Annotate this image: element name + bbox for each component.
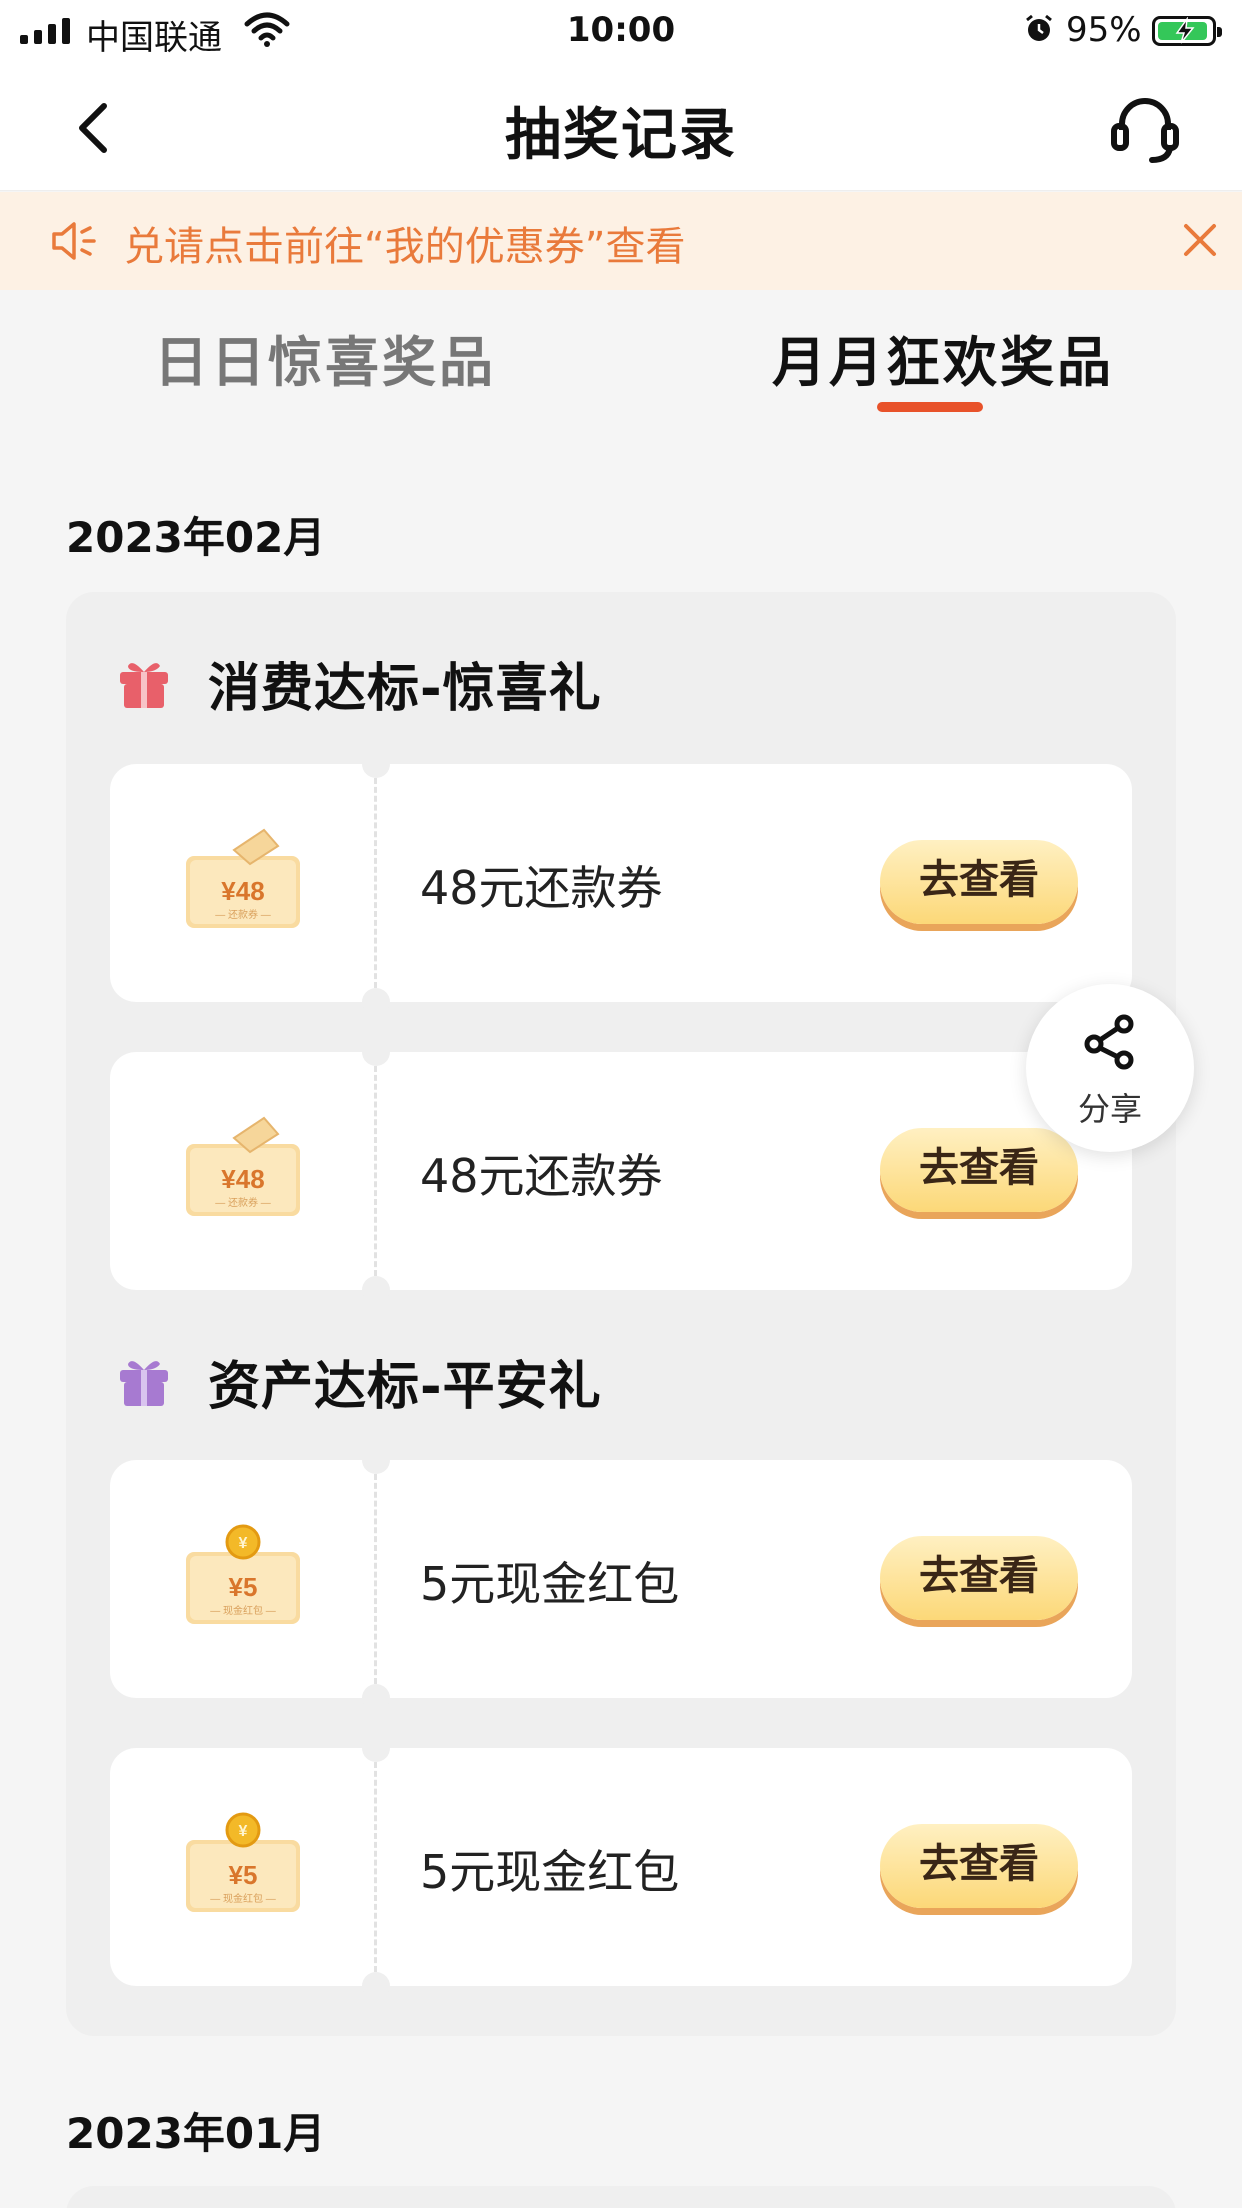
battery-percentage: 95% [1066, 10, 1142, 50]
notice-banner: 兑请点击前往“我的优惠券”查看 [0, 192, 1242, 290]
page-title: 抽奖记录 [505, 103, 737, 168]
prize-name: 48元还款券 [420, 1149, 663, 1203]
group-header: 资产达标-平安礼 [116, 1344, 602, 1419]
prize-item: ¥ ¥5 — 现金红包 — 5元现金红包 去查看 [110, 1446, 1132, 1712]
battery-icon [1152, 16, 1222, 46]
group-title: 资产达标-平安礼 [208, 1357, 602, 1417]
gift-icon [120, 662, 168, 708]
prize-name: 5元现金红包 [420, 1845, 680, 1899]
month-card [66, 2186, 1176, 2208]
month-heading: 2023年02月 [66, 513, 326, 562]
view-button[interactable]: 去查看 [880, 840, 1078, 924]
prize-name: 48元还款券 [420, 861, 663, 915]
share-button[interactable]: 分享 [1026, 984, 1194, 1152]
gift-icon [120, 1360, 168, 1406]
coupon-subtitle: — 还款券 — [215, 908, 271, 921]
view-button[interactable]: 去查看 [880, 1824, 1078, 1908]
navigation-bar: 抽奖记录 [0, 62, 1242, 191]
tab-monthly-prizes[interactable]: 月月狂欢奖品 [772, 318, 1114, 397]
clock: 10:00 [566, 10, 676, 50]
headset-icon[interactable] [1108, 92, 1182, 166]
svg-text:¥: ¥ [239, 1535, 248, 1552]
group-title: 消费达标-惊喜礼 [208, 659, 602, 719]
share-icon [1084, 1014, 1134, 1070]
coupon-amount: ¥48 [221, 876, 264, 906]
tab-daily-prizes[interactable]: 日日惊喜奖品 [154, 318, 496, 397]
prize-item: ¥ ¥5 — 现金红包 — 5元现金红包 去查看 [110, 1734, 1132, 2000]
view-button[interactable]: 去查看 [880, 1536, 1078, 1620]
svg-text:¥: ¥ [239, 1823, 248, 1840]
repayment-coupon-icon: ¥48 — 还款券 — [186, 1116, 300, 1216]
coupon-subtitle: — 还款券 — [215, 1196, 271, 1209]
prize-item: ¥48 — 还款券 — 48元还款券 去查看 [110, 750, 1132, 1016]
alarm-icon [1026, 14, 1052, 41]
share-label: 分享 [1077, 1090, 1142, 1128]
coupon-amount: ¥5 [229, 1860, 258, 1890]
coupon-subtitle: — 现金红包 — [210, 1604, 276, 1617]
close-icon[interactable] [1178, 218, 1222, 262]
repayment-coupon-icon: ¥48 — 还款券 — [186, 828, 300, 928]
charging-bolt-icon [1175, 17, 1195, 44]
prize-name: 5元现金红包 [420, 1557, 680, 1611]
coupon-amount: ¥5 [229, 1572, 258, 1602]
coupon-amount: ¥48 [221, 1164, 264, 1194]
view-button[interactable]: 去查看 [880, 1128, 1078, 1212]
group-header: 消费达标-惊喜礼 [116, 646, 602, 721]
month-heading: 2023年01月 [66, 2109, 326, 2158]
status-bar: 中国联通 10:00 95% [0, 0, 1242, 62]
coupon-subtitle: — 现金红包 — [210, 1892, 276, 1905]
speaker-icon [52, 222, 96, 260]
cash-red-packet-icon: ¥ ¥5 — 现金红包 — [186, 1812, 300, 1912]
prize-item: ¥48 — 还款券 — 48元还款券 去查看 [110, 1038, 1132, 1304]
cash-red-packet-icon: ¥ ¥5 — 现金红包 — [186, 1524, 300, 1624]
notice-text: 兑请点击前往“我的优惠券”查看 [124, 224, 686, 270]
page: 中国联通 10:00 95% 抽奖记录 兑请点击前往“我的优惠券”查看 日日惊喜… [0, 0, 1242, 2208]
active-tab-indicator [877, 402, 983, 412]
